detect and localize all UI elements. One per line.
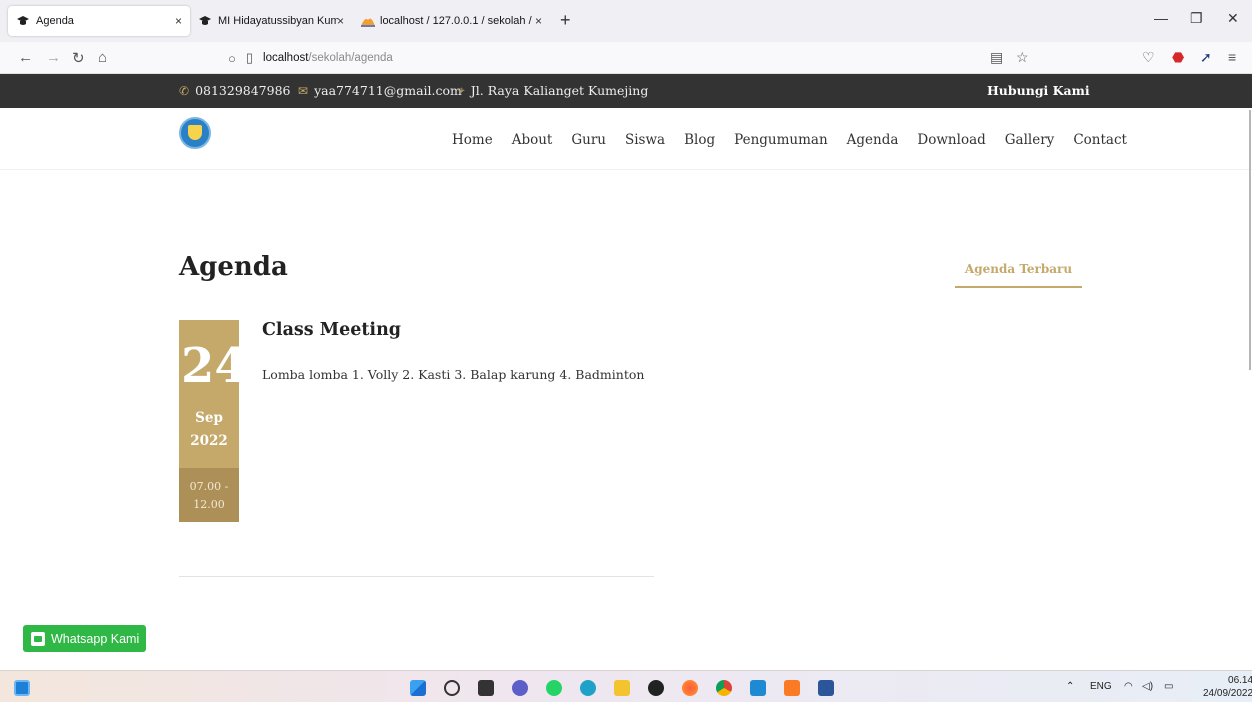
reload-icon[interactable]: ↻ bbox=[72, 49, 85, 67]
bookmark-star-icon[interactable]: ☆ bbox=[1016, 49, 1029, 66]
page-title: Agenda bbox=[179, 252, 288, 282]
search-icon[interactable] bbox=[444, 680, 460, 696]
topbar-phone: ✆ 081329847986 bbox=[179, 83, 291, 98]
phone-icon: ✆ bbox=[179, 83, 190, 98]
location-pin-icon: ⌖ bbox=[458, 83, 465, 97]
system-clock[interactable]: 06.14 24/09/2022 bbox=[1203, 674, 1252, 700]
site-header: Home About Guru Siswa Blog Pengumuman Ag… bbox=[0, 108, 1252, 170]
close-window-icon[interactable]: ✕ bbox=[1227, 10, 1239, 27]
nav-pengumuman[interactable]: Pengumuman bbox=[734, 132, 828, 148]
url-path: /sekolah/agenda bbox=[308, 52, 393, 64]
graduation-cap-icon bbox=[198, 14, 212, 28]
tab-title: MI Hidayatussibyan Kumejing | bbox=[218, 15, 338, 27]
clock-date: 24/09/2022 bbox=[1203, 688, 1252, 699]
back-icon[interactable]: ← bbox=[18, 49, 33, 66]
nav-siswa[interactable]: Siswa bbox=[625, 132, 665, 148]
battery-icon[interactable]: ▭ bbox=[1164, 681, 1173, 692]
sidebar-heading: Agenda Terbaru bbox=[955, 262, 1082, 288]
close-tab-icon[interactable]: × bbox=[535, 14, 542, 28]
input-language[interactable]: ENG bbox=[1090, 681, 1112, 692]
restore-icon[interactable]: ❐ bbox=[1190, 10, 1203, 27]
windows-taskbar: ⌃ ENG ◠ ◁) ▭ 06.14 24/09/2022 bbox=[0, 670, 1252, 702]
phone-number: 081329847986 bbox=[195, 83, 291, 98]
word-icon[interactable] bbox=[818, 680, 834, 696]
tut-wuri-handayani-logo[interactable] bbox=[179, 117, 211, 149]
contact-us-link[interactable]: Hubungi Kami bbox=[987, 83, 1090, 98]
whatsapp-app-icon[interactable] bbox=[546, 680, 562, 696]
address-bar[interactable]: ○ ▯ localhost /sekolah/agenda bbox=[228, 46, 1040, 70]
whatsapp-label: Whatsapp Kami bbox=[51, 631, 140, 646]
navigation-toolbar: ← → ↻ ⌂ ○ ▯ localhost /sekolah/agenda ▤ … bbox=[0, 42, 1252, 74]
reader-view-icon[interactable]: ▤ bbox=[990, 49, 1003, 66]
envelope-icon: ✉ bbox=[298, 83, 309, 98]
tab-school-site[interactable]: MI Hidayatussibyan Kumejing | × bbox=[190, 6, 352, 36]
browser-tab-bar: Agenda × MI Hidayatussibyan Kumejing | ×… bbox=[0, 0, 1252, 42]
event-description: Lomba lomba 1. Volly 2. Kasti 3. Balap k… bbox=[262, 367, 645, 382]
tab-phpmyadmin[interactable]: localhost / 127.0.0.1 / sekolah / × bbox=[352, 6, 550, 36]
event-time: 07.00 - 12.00 bbox=[179, 468, 239, 522]
event-title[interactable]: Class Meeting bbox=[262, 320, 401, 340]
content-divider bbox=[179, 576, 654, 577]
edge-icon[interactable] bbox=[580, 680, 596, 696]
nav-agenda[interactable]: Agenda bbox=[847, 132, 899, 148]
nav-home[interactable]: Home bbox=[452, 132, 493, 148]
nav-about[interactable]: About bbox=[512, 132, 553, 148]
event-month: Sep bbox=[195, 410, 223, 426]
show-hidden-icons[interactable]: ⌃ bbox=[1066, 681, 1074, 692]
xampp-icon[interactable] bbox=[784, 680, 800, 696]
close-tab-icon[interactable]: × bbox=[175, 14, 182, 28]
pocket-icon[interactable]: ♡ bbox=[1142, 49, 1155, 66]
street-address: Jl. Raya Kalianget Kumejing bbox=[470, 83, 649, 98]
nav-contact[interactable]: Contact bbox=[1073, 132, 1127, 148]
nav-download[interactable]: Download bbox=[917, 132, 985, 148]
clock-time: 06.14 bbox=[1228, 675, 1252, 686]
firefox-icon[interactable] bbox=[682, 680, 698, 696]
nav-gallery[interactable]: Gallery bbox=[1005, 132, 1055, 148]
whatsapp-icon bbox=[31, 631, 45, 646]
event-day: 24 bbox=[181, 338, 239, 394]
forward-icon[interactable]: → bbox=[46, 49, 61, 66]
new-tab-button[interactable]: + bbox=[560, 10, 571, 31]
tab-title: Agenda bbox=[36, 15, 74, 27]
nav-guru[interactable]: Guru bbox=[571, 132, 606, 148]
graduation-cap-icon bbox=[16, 14, 30, 28]
minimize-icon[interactable]: — bbox=[1154, 10, 1168, 26]
main-navigation: Home About Guru Siswa Blog Pengumuman Ag… bbox=[452, 132, 1146, 148]
topbar-email: ✉ yaa774711@gmail.com bbox=[298, 83, 462, 98]
extension-icon[interactable]: ➚ bbox=[1200, 49, 1212, 66]
wifi-icon[interactable]: ◠ bbox=[1124, 681, 1133, 692]
event-year: 2022 bbox=[190, 433, 228, 449]
event-date-badge: 24 Sep 2022 07.00 - 12.00 bbox=[179, 320, 239, 522]
shield-icon[interactable]: ○ bbox=[228, 51, 236, 66]
vscode-icon[interactable] bbox=[750, 680, 766, 696]
widgets-icon[interactable] bbox=[14, 680, 30, 696]
whatsapp-button[interactable]: Whatsapp Kami bbox=[23, 625, 146, 652]
site-topbar: ✆ 081329847986 ✉ yaa774711@gmail.com ⌖ J… bbox=[0, 74, 1252, 108]
page-scrollbar[interactable] bbox=[1249, 110, 1251, 370]
email-address: yaa774711@gmail.com bbox=[314, 83, 462, 98]
close-tab-icon[interactable]: × bbox=[337, 14, 344, 28]
media-player-icon[interactable] bbox=[648, 680, 664, 696]
start-icon[interactable] bbox=[410, 680, 426, 696]
topbar-address: ⌖ Jl. Raya Kalianget Kumejing bbox=[458, 83, 648, 98]
url-host: localhost bbox=[263, 52, 309, 64]
nav-blog[interactable]: Blog bbox=[684, 132, 715, 148]
tab-title: localhost / 127.0.0.1 / sekolah / bbox=[380, 15, 532, 27]
page-icon: ▯ bbox=[245, 50, 254, 65]
task-view-icon[interactable] bbox=[478, 680, 494, 696]
chat-icon[interactable] bbox=[512, 680, 528, 696]
file-explorer-icon[interactable] bbox=[614, 680, 630, 696]
menu-icon[interactable]: ≡ bbox=[1228, 49, 1236, 65]
ublock-icon[interactable]: ⬣ bbox=[1172, 49, 1184, 66]
phpmyadmin-icon bbox=[360, 14, 375, 28]
volume-icon[interactable]: ◁) bbox=[1142, 681, 1153, 692]
home-icon[interactable]: ⌂ bbox=[98, 49, 107, 66]
tab-agenda[interactable]: Agenda × bbox=[8, 6, 190, 36]
chrome-icon[interactable] bbox=[716, 680, 732, 696]
